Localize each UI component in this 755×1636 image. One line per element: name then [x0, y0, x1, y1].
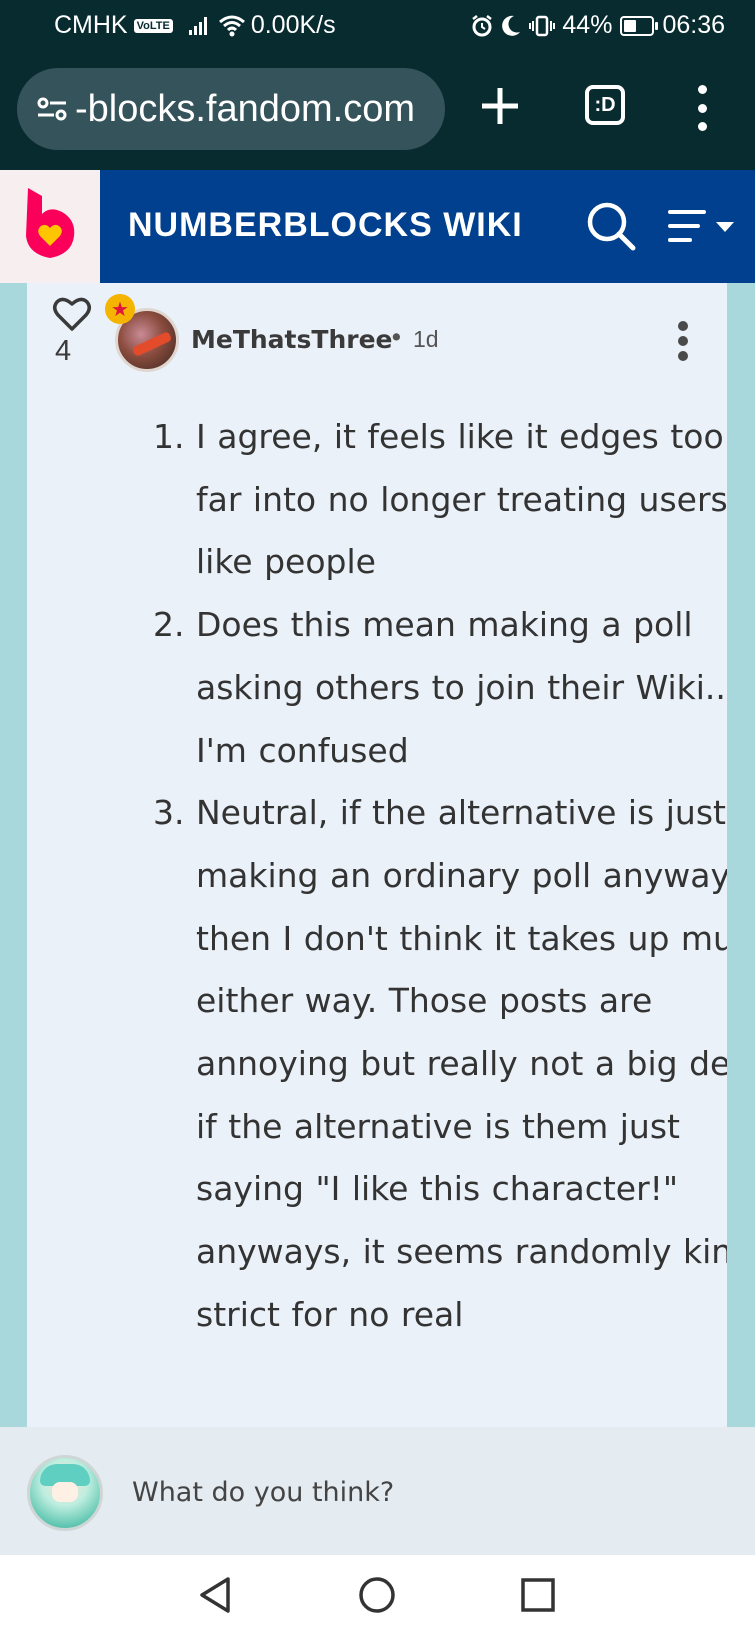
address-bar[interactable]: -blocks.fandom.com [17, 68, 445, 150]
wiki-title[interactable]: NUMBERBLOCKS WIKI [128, 206, 523, 245]
vibrate-icon [529, 15, 556, 36]
tabs-icon[interactable]: :D [585, 85, 625, 125]
list-item: Does this mean making a poll asking othe… [196, 594, 727, 782]
comment-body: I agree, it feels like it edges too far … [152, 406, 727, 1347]
wifi-icon [218, 15, 245, 36]
like-count: 4 [55, 335, 72, 367]
timestamp: 1d [413, 326, 439, 352]
fandom-logo-icon [26, 188, 75, 258]
reply-input[interactable] [130, 1469, 694, 1515]
alarm-icon [472, 14, 493, 36]
avatar [27, 1455, 103, 1531]
more-vert-icon[interactable] [675, 321, 691, 361]
back-icon[interactable] [196, 1575, 234, 1615]
home-icon[interactable] [357, 1575, 397, 1615]
signal-icon [188, 16, 207, 35]
author-name[interactable]: MeThatsThree [191, 325, 392, 354]
clock: 06:36 [662, 11, 725, 39]
browser-toolbar: -blocks.fandom.com :D [0, 52, 755, 170]
battery-icon [620, 15, 659, 36]
reply-bar [0, 1427, 755, 1555]
fandom-logo[interactable] [0, 170, 100, 283]
recents-icon[interactable] [520, 1577, 556, 1613]
heart-icon[interactable] [52, 295, 92, 333]
system-nav-bar [0, 1555, 755, 1636]
volte-badge: VoLTE [133, 18, 173, 33]
site-settings-icon[interactable] [35, 92, 69, 126]
star-badge-icon: ★ [105, 294, 135, 324]
list-item: I agree, it feels like it edges too far … [196, 406, 727, 594]
menu-icon[interactable] [668, 208, 736, 248]
search-icon[interactable] [585, 200, 637, 252]
separator-dot: • [389, 323, 404, 352]
list-item: Neutral, if the alternative is just maki… [196, 782, 727, 1346]
more-vert-icon[interactable] [690, 85, 714, 131]
carrier-label: CMHK [54, 11, 128, 39]
url-text[interactable]: -blocks.fandom.com [75, 88, 415, 131]
status-bar: CMHK VoLTE 0.00K/s 44% 06:36 [0, 0, 755, 52]
wiki-header: NUMBERBLOCKS WIKI [0, 170, 755, 283]
comment-card: 4 ★ MeThatsThree • 1d I agree, it feels … [27, 283, 727, 1427]
net-speed: 0.00K/s [250, 11, 336, 39]
moon-icon [502, 15, 521, 36]
plus-icon[interactable] [478, 84, 522, 128]
battery-percent: 44% [562, 11, 613, 39]
